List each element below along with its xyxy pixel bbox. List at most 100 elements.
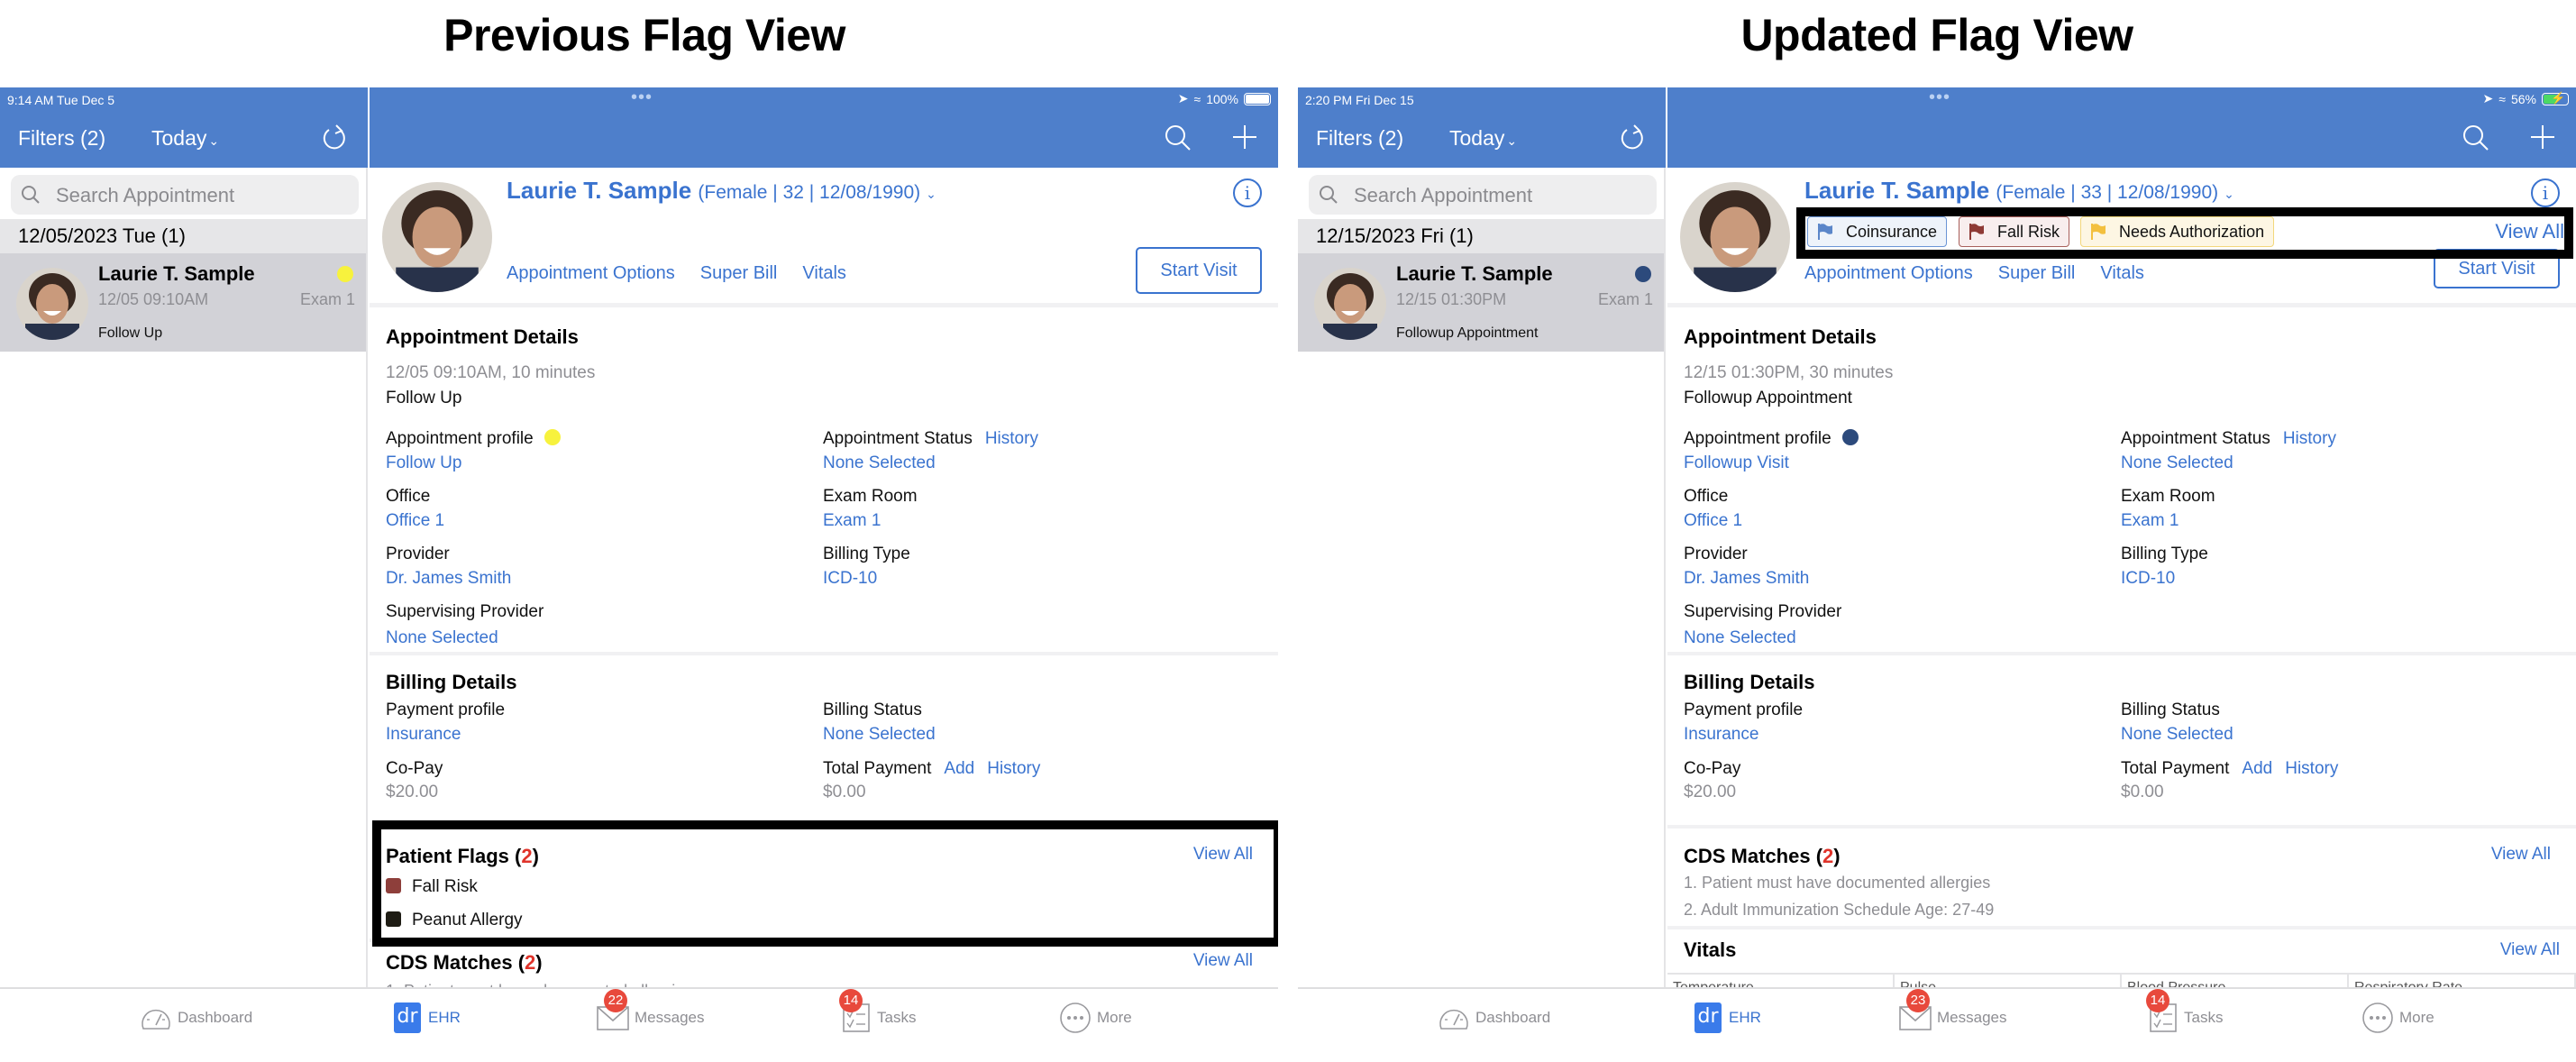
cds-matches-title-text: CDS Matches (386, 951, 513, 974)
date-group-label: 12/05/2023 Tue (1) (18, 224, 186, 247)
today-dropdown[interactable]: Today ⌄ (1449, 126, 1517, 151)
refresh-icon[interactable] (321, 124, 348, 152)
appointment-datetime: 12/15 01:30PM, 30 minutes (1684, 363, 1894, 382)
appointment-datetime: 12/05 09:10AM, 10 minutes (386, 363, 596, 382)
battery-charging-icon: ⚡ (2542, 91, 2569, 105)
billing-type-label: Billing Type (823, 545, 910, 563)
patient-avatar (16, 268, 88, 340)
provider-value[interactable]: Dr. James Smith (386, 569, 511, 589)
filters-button[interactable]: Filters (2) (1316, 126, 1403, 151)
copay-label: Co-Pay (386, 759, 443, 778)
dr-logo-icon: dr (394, 1002, 421, 1033)
search-icon (1320, 186, 1338, 204)
tab-more[interactable]: More (2361, 1002, 2434, 1034)
appointment-profile-value[interactable]: Follow Up (386, 453, 461, 473)
billing-type-value[interactable]: ICD-10 (823, 569, 877, 589)
tab-dashboard[interactable]: Dashboard (140, 1002, 252, 1034)
patient-avatar (1314, 268, 1386, 340)
billing-type-value[interactable]: ICD-10 (2121, 569, 2175, 589)
refresh-icon[interactable] (1619, 124, 1646, 152)
info-icon[interactable]: i (2531, 179, 2560, 207)
office-value[interactable]: Office 1 (1684, 511, 1742, 531)
vitals-link[interactable]: Vitals (802, 263, 846, 284)
appointment-status-value[interactable]: None Selected (823, 453, 936, 473)
payment-history-link[interactable]: History (987, 759, 1040, 778)
appointment-status-label-text: Appointment Status (2121, 429, 2270, 448)
location-icon: ➤ (2482, 91, 2494, 105)
more-dots-icon (1060, 1002, 1091, 1033)
appointment-list-item[interactable]: Laurie T. Sample 12/05 09:10AM Exam 1 Fo… (0, 253, 366, 352)
today-dropdown[interactable]: Today ⌄ (151, 126, 219, 151)
payment-profile-value[interactable]: Insurance (1684, 725, 1758, 745)
date-group-header: 12/15/2023 Fri (1) (1298, 219, 1664, 253)
office-value[interactable]: Office 1 (386, 511, 444, 531)
cds-view-all-link[interactable]: View All (2491, 845, 2551, 865)
tasks-badge: 14 (839, 989, 863, 1012)
appointment-profile-dot (1635, 266, 1651, 282)
tab-ehr[interactable]: dr EHR (394, 1002, 461, 1034)
billing-status-value[interactable]: None Selected (2121, 725, 2233, 745)
add-payment-link[interactable]: Add (2242, 759, 2272, 778)
multitask-grabber-icon[interactable]: ••• (631, 88, 653, 106)
supervising-provider-value[interactable]: None Selected (1684, 628, 1796, 648)
chevron-down-icon: ⌄ (208, 133, 220, 148)
patient-name-dropdown[interactable]: Laurie T. Sample (Female | 32 | 12/08/19… (507, 177, 936, 205)
tab-tasks[interactable]: Tasks 14 (2146, 989, 2224, 1034)
filters-button[interactable]: Filters (2) (18, 126, 105, 151)
search-appointment-input[interactable]: Search Appointment (1309, 175, 1657, 215)
appointment-options-link[interactable]: Appointment Options (1804, 263, 1973, 284)
appointment-sidebar: 9:14 AM Tue Dec 5 Filters (2) Today ⌄ Sea… (0, 87, 368, 989)
start-visit-button[interactable]: Start Visit (1136, 247, 1262, 294)
exam-room-value[interactable]: Exam 1 (2121, 511, 2179, 531)
add-payment-link[interactable]: Add (944, 759, 974, 778)
payment-profile-value[interactable]: Insurance (386, 725, 461, 745)
search-icon[interactable] (2462, 124, 2490, 152)
tab-dashboard[interactable]: Dashboard (1438, 1002, 1550, 1034)
status-indicators: ➤ ≈ 100% (1178, 91, 1271, 106)
cds-view-all-link[interactable]: View All (1193, 951, 1253, 971)
supervising-provider-value[interactable]: None Selected (386, 628, 498, 648)
patient-action-links: Appointment Options Super Bill Vitals (507, 263, 846, 284)
provider-value[interactable]: Dr. James Smith (1684, 569, 1809, 589)
status-history-link[interactable]: History (2283, 429, 2336, 448)
tab-more[interactable]: More (1059, 1002, 1132, 1034)
exam-room-value[interactable]: Exam 1 (823, 511, 881, 531)
tab-label: Tasks (2184, 1009, 2224, 1026)
cds-matches-count: 2 (1822, 845, 1834, 867)
patient-name-dropdown[interactable]: Laurie T. Sample (Female | 33 | 12/08/19… (1804, 177, 2234, 205)
vitals-column-header: Pulse (1895, 975, 2122, 987)
super-bill-link[interactable]: Super Bill (700, 263, 778, 284)
billing-status-value[interactable]: None Selected (823, 725, 936, 745)
info-icon[interactable]: i (1233, 179, 1262, 207)
dr-logo-icon: dr (1694, 1002, 1722, 1033)
tab-label: EHR (428, 1009, 461, 1026)
appointment-status-value[interactable]: None Selected (2121, 453, 2233, 473)
multitask-grabber-icon[interactable]: ••• (1929, 88, 1950, 106)
tab-label: Messages (1937, 1009, 2007, 1026)
super-bill-link[interactable]: Super Bill (1998, 263, 2076, 284)
appointment-options-link[interactable]: Appointment Options (507, 263, 675, 284)
payment-profile-label: Payment profile (386, 700, 506, 719)
payment-history-link[interactable]: History (2285, 759, 2338, 778)
highlight-box (372, 820, 1278, 947)
vitals-view-all-link[interactable]: View All (2500, 940, 2560, 960)
total-payment-value: $0.00 (823, 783, 866, 801)
today-label: Today (1449, 126, 1505, 150)
profile-color-dot (1841, 429, 1859, 445)
appointment-profile-label: Appointment profile (1684, 429, 1859, 449)
tab-tasks[interactable]: Tasks 14 (839, 989, 916, 1034)
add-icon[interactable] (2529, 124, 2556, 151)
add-icon[interactable] (1231, 124, 1258, 151)
search-icon[interactable] (1164, 124, 1192, 152)
office-label: Office (386, 487, 431, 506)
search-placeholder: Search Appointment (56, 184, 235, 206)
tab-messages[interactable]: Messages 22 (597, 989, 704, 1034)
status-history-link[interactable]: History (985, 429, 1038, 448)
tab-ehr[interactable]: dr EHR (1694, 1002, 1761, 1034)
appointment-list-item[interactable]: Laurie T. Sample 12/15 01:30PM Exam 1 Fo… (1298, 253, 1664, 352)
appointment-profile-value[interactable]: Followup Visit (1684, 453, 1789, 473)
vitals-link[interactable]: Vitals (2100, 263, 2144, 284)
tab-messages[interactable]: Messages 23 (1899, 989, 2007, 1034)
battery-percent: 56% (2510, 91, 2536, 106)
search-appointment-input[interactable]: Search Appointment (11, 175, 359, 215)
